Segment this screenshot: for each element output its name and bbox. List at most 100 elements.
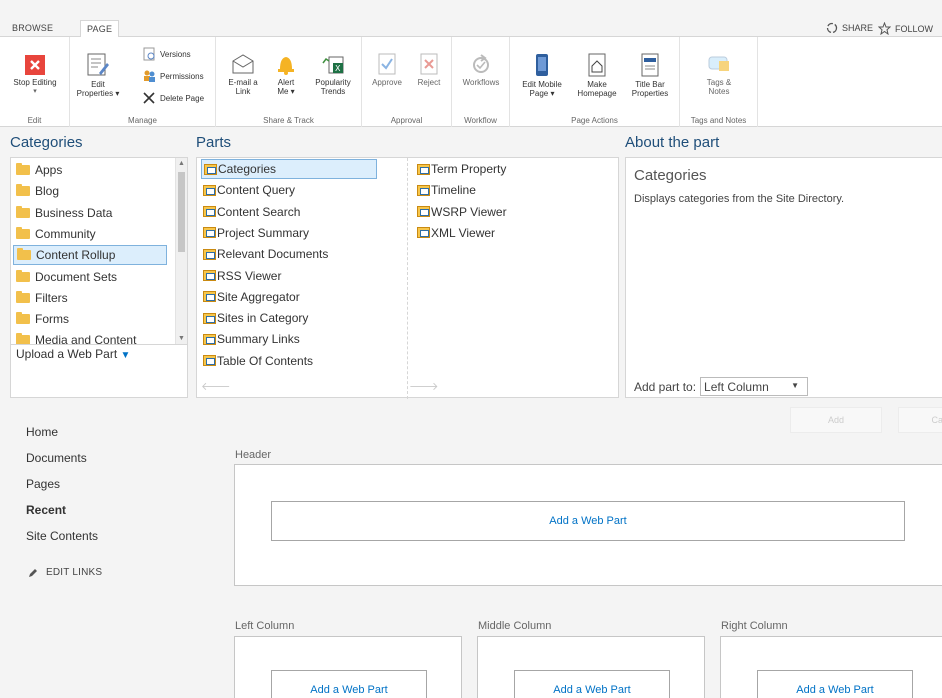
- scroll-down-icon[interactable]: ▼: [178, 335, 185, 342]
- edit-links-button[interactable]: EDIT LINKS: [28, 567, 102, 578]
- web-part-item[interactable]: Timeline: [415, 180, 595, 200]
- nav-item[interactable]: Recent: [26, 503, 66, 517]
- scroll-up-icon[interactable]: ▲: [178, 160, 185, 167]
- nav-item[interactable]: Site Contents: [26, 529, 98, 543]
- categories-scroll-thumb[interactable]: [178, 172, 185, 252]
- add-web-part-middle[interactable]: Add a Web Part: [514, 670, 670, 698]
- nav-item[interactable]: Home: [26, 425, 58, 439]
- add-web-part-left[interactable]: Add a Web Part: [271, 670, 427, 698]
- title-bar-properties-button[interactable]: Title Bar Properties: [624, 53, 676, 98]
- category-label: Community: [35, 226, 96, 241]
- add-button[interactable]: Add: [790, 407, 882, 433]
- bell-icon: [278, 57, 294, 75]
- cancel-button[interactable]: Ca: [898, 407, 942, 433]
- web-part-item[interactable]: RSS Viewer: [201, 266, 377, 286]
- follow-button[interactable]: FOLLOW: [878, 22, 933, 35]
- workflows-label: Workflows: [462, 78, 500, 87]
- pencil-icon: [29, 568, 37, 577]
- category-item[interactable]: Business Data: [13, 203, 167, 223]
- versions-button[interactable]: Versions: [142, 47, 191, 61]
- web-part-item[interactable]: Site Aggregator: [201, 287, 377, 307]
- web-part-label: Term Property: [431, 162, 507, 176]
- category-item[interactable]: Content Rollup: [13, 245, 167, 266]
- group-label-workflow: Workflow: [464, 116, 497, 125]
- delete-page-button[interactable]: Delete Page: [142, 91, 204, 105]
- web-part-picker: Categories Parts About the part Apps Blog…: [0, 127, 942, 433]
- ribbon-group-approval: Approve Reject Approval: [362, 37, 452, 127]
- right-column-zone: Add a Web Part: [720, 636, 942, 698]
- share-button[interactable]: SHARE: [826, 22, 873, 34]
- web-part-item[interactable]: Relevant Documents: [201, 244, 377, 264]
- web-part-item[interactable]: WSRP Viewer: [415, 202, 595, 222]
- edit-mobile-page-button[interactable]: Edit Mobile Page ▾: [514, 53, 570, 98]
- web-part-label: Table Of Contents: [217, 353, 314, 368]
- left-column-zone: Add a Web Part: [234, 636, 462, 698]
- permissions-icon: [144, 70, 155, 82]
- header-zone: Add a Web Part: [234, 464, 942, 586]
- title-bar-label-2: Properties: [631, 89, 669, 98]
- web-part-item[interactable]: Sites in Category: [201, 308, 377, 328]
- reject-button[interactable]: Reject: [412, 53, 446, 87]
- web-part-item[interactable]: Summary Links: [201, 329, 377, 349]
- web-part-label: Relevant Documents: [217, 247, 329, 262]
- web-part-icon: [203, 227, 216, 239]
- nav-item[interactable]: Pages: [26, 477, 60, 491]
- web-part-label: Content Query: [217, 183, 296, 198]
- workflows-button[interactable]: Workflows: [456, 53, 506, 87]
- middle-column-label: Middle Column: [478, 620, 552, 632]
- star-icon: [878, 22, 891, 35]
- category-item[interactable]: Blog: [13, 181, 167, 201]
- tab-browse[interactable]: BROWSE: [6, 20, 59, 37]
- permissions-label: Permissions: [160, 71, 204, 81]
- add-part-to-value: Left Column: [704, 380, 769, 394]
- category-item[interactable]: Community: [13, 224, 167, 244]
- alert-me-button[interactable]: Alert Me ▾: [270, 53, 302, 96]
- categories-scrollbar[interactable]: ▲ ▼: [175, 158, 187, 344]
- add-web-part-right[interactable]: Add a Web Part: [757, 670, 913, 698]
- edit-properties-button[interactable]: Edit Properties ▾: [76, 53, 120, 98]
- about-part-name: Categories: [634, 167, 707, 184]
- category-item[interactable]: Document Sets: [13, 267, 167, 287]
- ribbon-group-share-track: E-mail a Link Alert Me ▾ X Popularity Tr…: [216, 37, 362, 127]
- category-label: Business Data: [35, 205, 113, 220]
- approve-button[interactable]: Approve: [366, 53, 408, 87]
- tab-page[interactable]: PAGE: [80, 20, 120, 38]
- web-part-item[interactable]: XML Viewer: [415, 223, 595, 243]
- popularity-trends-icon: X: [322, 56, 344, 74]
- web-part-item[interactable]: Content Search: [201, 202, 377, 222]
- group-label-tags-notes: Tags and Notes: [690, 116, 747, 125]
- web-part-icon: [417, 206, 430, 218]
- web-part-item[interactable]: Project Summary: [201, 223, 377, 243]
- popularity-trends-button[interactable]: X Popularity Trends: [308, 53, 358, 96]
- tags-notes-button[interactable]: Tags & Notes: [694, 53, 744, 96]
- ribbon-group-page-actions: Edit Mobile Page ▾ Make Homepage Title B…: [510, 37, 680, 127]
- category-item[interactable]: Forms: [13, 309, 167, 329]
- make-homepage-button[interactable]: Make Homepage: [572, 53, 622, 98]
- edit-mobile-label-2: Page: [529, 89, 549, 98]
- web-part-item[interactable]: Content Query: [201, 180, 377, 200]
- versions-icon: [143, 47, 155, 61]
- title-bar-label-1: Title Bar: [635, 80, 665, 89]
- scroll-left-icon[interactable]: 🡐: [201, 379, 231, 393]
- approve-label: Approve: [372, 78, 402, 87]
- categories-title: Categories: [10, 134, 83, 151]
- web-part-icon: [203, 248, 216, 260]
- stop-editing-button[interactable]: Stop Editing ▾: [2, 55, 68, 96]
- email-link-button[interactable]: E-mail a Link: [226, 53, 260, 96]
- nav-item[interactable]: Documents: [26, 451, 87, 465]
- folder-icon: [16, 184, 30, 197]
- envelope-icon: [232, 54, 254, 74]
- category-item[interactable]: Media and Content: [13, 330, 167, 344]
- add-web-part-header[interactable]: Add a Web Part: [271, 501, 905, 541]
- category-item[interactable]: Filters: [13, 288, 167, 308]
- web-part-item[interactable]: Categories: [201, 159, 377, 179]
- web-part-label: Summary Links: [217, 332, 300, 347]
- web-part-item[interactable]: Term Property: [415, 159, 595, 179]
- scroll-right-icon[interactable]: 🡒: [409, 379, 439, 393]
- upload-web-part-link[interactable]: Upload a Web Part ▼: [16, 347, 130, 361]
- category-item[interactable]: Apps: [13, 160, 167, 180]
- web-part-item[interactable]: Table Of Contents: [201, 351, 377, 371]
- add-part-to-select[interactable]: Left Column ▼: [700, 377, 809, 396]
- web-part-label: Content Search: [217, 204, 301, 219]
- permissions-button[interactable]: Permissions: [142, 69, 204, 83]
